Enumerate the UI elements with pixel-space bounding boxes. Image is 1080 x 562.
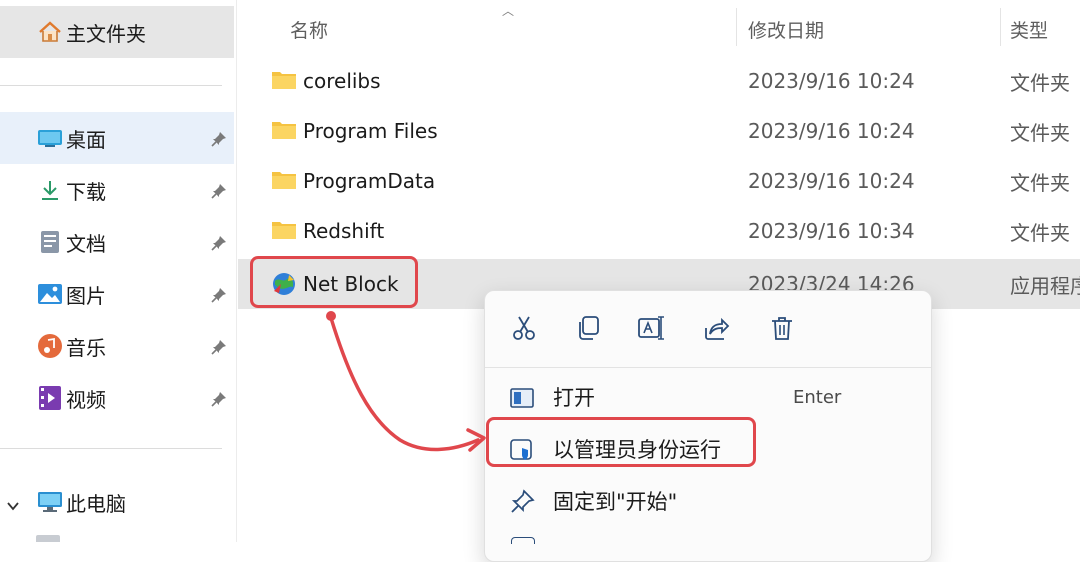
sidebar-item-label: 文档 — [66, 231, 106, 256]
partial-sidebar-item — [36, 535, 60, 542]
file-name: Program Files — [303, 119, 438, 143]
chevron-down-icon[interactable] — [6, 494, 20, 511]
pin-icon[interactable] — [210, 129, 228, 147]
file-name: corelibs — [303, 69, 381, 93]
desktop-icon — [36, 124, 64, 152]
copy-icon[interactable] — [571, 311, 605, 345]
open-icon — [509, 385, 535, 411]
pin-icon[interactable] — [210, 285, 228, 303]
cut-icon[interactable] — [507, 311, 541, 345]
rename-icon[interactable] — [635, 311, 669, 345]
file-date: 2023/9/16 10:34 — [748, 219, 915, 243]
video-icon — [36, 384, 64, 412]
sidebar-item-pictures[interactable]: 图片 — [0, 268, 234, 320]
file-row[interactable]: Program Files 2023/9/16 10:24 文件夹 — [238, 106, 1080, 156]
file-row[interactable]: corelibs 2023/9/16 10:24 文件夹 — [238, 56, 1080, 106]
column-header-name[interactable]: 名称 — [290, 16, 328, 43]
share-icon[interactable] — [699, 311, 733, 345]
delete-icon[interactable] — [765, 311, 799, 345]
sidebar-item-home[interactable]: 主文件夹 — [0, 6, 234, 58]
folder-icon — [271, 219, 297, 241]
column-divider[interactable] — [736, 8, 737, 46]
column-divider[interactable] — [1000, 8, 1001, 46]
folder-icon — [271, 119, 297, 141]
sidebar-item-label: 视频 — [66, 387, 106, 412]
file-row[interactable]: Redshift 2023/9/16 10:34 文件夹 — [238, 206, 1080, 256]
sidebar-divider — [0, 448, 222, 449]
computer-icon — [36, 488, 64, 516]
sidebar-item-desktop[interactable]: 桌面 — [0, 112, 234, 164]
file-type: 文件夹 — [1010, 120, 1070, 145]
sidebar-item-downloads[interactable]: 下载 — [0, 164, 234, 216]
menu-item-open[interactable]: 打开 Enter — [485, 373, 931, 421]
pin-icon[interactable] — [210, 233, 228, 251]
folder-icon — [271, 169, 297, 191]
pin-icon — [509, 489, 535, 515]
file-type: 应用程序 — [1010, 273, 1080, 298]
pin-icon[interactable] — [210, 181, 228, 199]
highlight-box — [486, 417, 756, 467]
sidebar-item-label: 图片 — [66, 283, 106, 308]
file-date: 2023/9/16 10:24 — [748, 169, 915, 193]
column-header-date[interactable]: 修改日期 — [748, 16, 824, 43]
file-type: 文件夹 — [1010, 70, 1070, 95]
navigation-pane: 主文件夹 桌面 下载 文档 图片 音乐 视频 此电脑 — [0, 0, 237, 542]
partial-menu-item — [511, 537, 535, 544]
file-row[interactable]: ProgramData 2023/9/16 10:24 文件夹 — [238, 156, 1080, 206]
file-name: ProgramData — [303, 169, 436, 193]
file-date: 2023/9/16 10:24 — [748, 69, 915, 93]
pin-icon[interactable] — [210, 389, 228, 407]
sidebar-item-documents[interactable]: 文档 — [0, 216, 234, 268]
menu-item-label: 打开 — [553, 386, 595, 410]
menu-item-shortcut: Enter — [793, 386, 842, 408]
folder-icon — [271, 69, 297, 91]
pin-icon[interactable] — [210, 337, 228, 355]
sidebar-item-label: 此电脑 — [66, 491, 126, 516]
file-type: 文件夹 — [1010, 170, 1070, 195]
menu-item-label: 固定到"开始" — [553, 490, 678, 514]
sort-ascending-icon: ︿ — [502, 4, 515, 18]
sidebar-item-videos[interactable]: 视频 — [0, 372, 234, 424]
highlight-box — [250, 256, 418, 308]
sidebar-item-label: 主文件夹 — [66, 21, 146, 46]
column-header-type[interactable]: 类型 — [1010, 16, 1048, 43]
sidebar-item-label: 音乐 — [66, 335, 106, 360]
sidebar-item-music[interactable]: 音乐 — [0, 320, 234, 372]
home-icon — [36, 18, 64, 46]
menu-item-pin-to-start[interactable]: 固定到"开始" — [485, 477, 931, 525]
file-date: 2023/9/16 10:24 — [748, 119, 915, 143]
sidebar-item-this-pc[interactable]: 此电脑 — [0, 476, 234, 528]
sidebar-divider — [0, 85, 222, 86]
menu-divider — [485, 367, 931, 368]
file-name: Redshift — [303, 219, 385, 243]
sidebar-item-label: 下载 — [66, 179, 106, 204]
music-icon — [36, 332, 64, 360]
file-type: 文件夹 — [1010, 220, 1070, 245]
document-icon — [36, 228, 64, 256]
picture-icon — [36, 280, 64, 308]
sidebar-item-label: 桌面 — [66, 127, 106, 152]
download-icon — [36, 176, 64, 204]
